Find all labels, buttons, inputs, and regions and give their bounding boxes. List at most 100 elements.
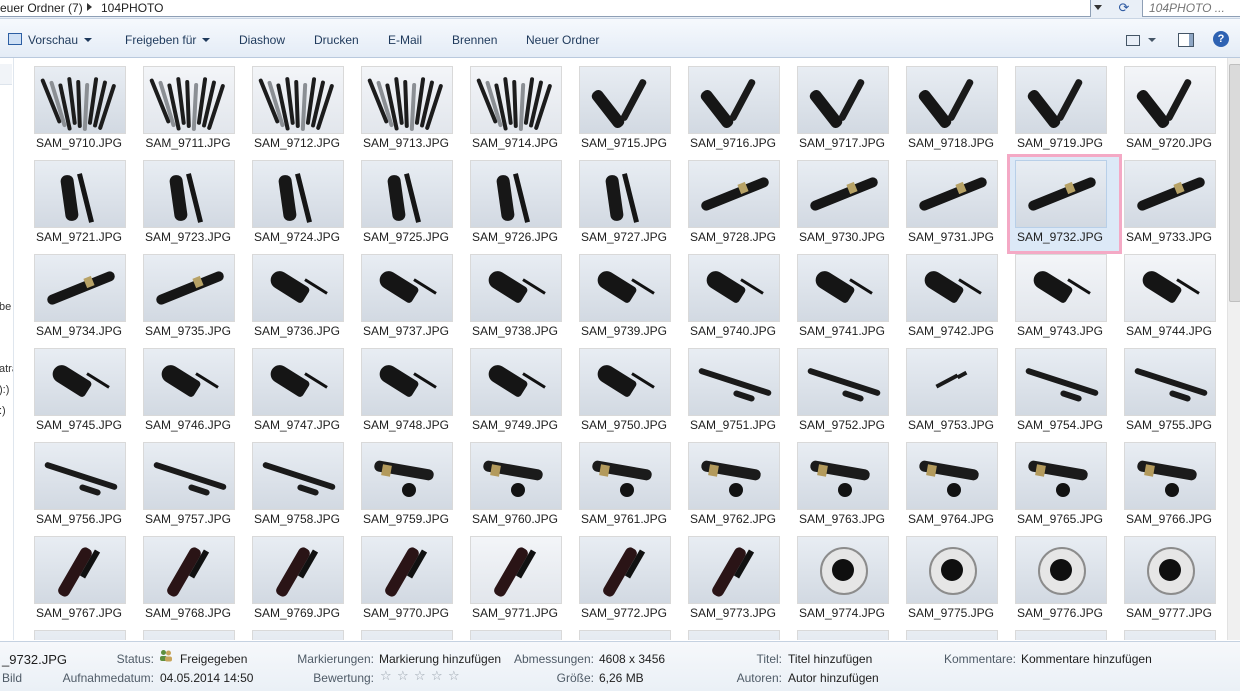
file-item[interactable]: SAM_9737.JPG bbox=[341, 246, 453, 338]
photo-thumbnail[interactable] bbox=[579, 442, 671, 510]
nav-item[interactable]: ):) bbox=[0, 384, 9, 396]
file-item[interactable]: SAM_9738.JPG bbox=[450, 246, 562, 338]
file-item[interactable]: SAM_9774.JPG bbox=[777, 528, 889, 620]
photo-thumbnail[interactable] bbox=[797, 254, 889, 322]
print-button[interactable]: Drucken bbox=[314, 33, 359, 47]
photo-thumbnail[interactable] bbox=[1124, 66, 1216, 134]
photo-thumbnail[interactable] bbox=[470, 536, 562, 604]
file-item[interactable]: SAM_9770.JPG bbox=[341, 528, 453, 620]
photo-thumbnail[interactable] bbox=[143, 348, 235, 416]
photo-thumbnail[interactable] bbox=[579, 160, 671, 228]
photo-thumbnail[interactable] bbox=[906, 442, 998, 510]
photo-thumbnail[interactable] bbox=[688, 442, 780, 510]
burn-button[interactable]: Brennen bbox=[452, 33, 497, 47]
file-item[interactable]: SAM_9769.JPG bbox=[232, 528, 344, 620]
file-item[interactable]: SAM_9752.JPG bbox=[777, 340, 889, 432]
photo-thumbnail[interactable] bbox=[252, 160, 344, 228]
photo-thumbnail[interactable] bbox=[361, 630, 453, 640]
photo-thumbnail[interactable] bbox=[34, 348, 126, 416]
file-item[interactable]: SAM_9750.JPG bbox=[559, 340, 671, 432]
photo-thumbnail[interactable] bbox=[579, 630, 671, 640]
file-item[interactable]: SAM_9736.JPG bbox=[232, 246, 344, 338]
photo-thumbnail[interactable] bbox=[1124, 442, 1216, 510]
photo-thumbnail[interactable] bbox=[470, 160, 562, 228]
file-grid[interactable]: SAM_9710.JPG SAM_9711.JPG SAM_9712.JPG SAM_… bbox=[14, 58, 1226, 640]
file-item[interactable]: SAM_9761.JPG bbox=[559, 434, 671, 526]
photo-thumbnail[interactable] bbox=[361, 348, 453, 416]
photo-thumbnail[interactable] bbox=[579, 66, 671, 134]
file-item[interactable]: SAM_9764.JPG bbox=[886, 434, 998, 526]
photo-thumbnail[interactable] bbox=[688, 630, 780, 640]
photo-thumbnail[interactable] bbox=[361, 66, 453, 134]
nav-item[interactable]: :) bbox=[0, 405, 6, 417]
file-item[interactable]: SAM_9731.JPG bbox=[886, 152, 998, 244]
scrollbar-thumb[interactable] bbox=[1229, 64, 1240, 302]
photo-thumbnail[interactable] bbox=[470, 254, 562, 322]
photo-thumbnail[interactable] bbox=[34, 536, 126, 604]
photo-thumbnail[interactable] bbox=[252, 630, 344, 640]
file-item[interactable]: SAM_9732.JPG bbox=[995, 152, 1107, 244]
address-history-chevron-down-icon[interactable] bbox=[1094, 5, 1102, 10]
photo-thumbnail[interactable] bbox=[688, 536, 780, 604]
photo-thumbnail[interactable] bbox=[252, 348, 344, 416]
file-item[interactable]: SAM_9710.JPG bbox=[14, 58, 126, 150]
file-item[interactable]: SAM_9717.JPG bbox=[777, 58, 889, 150]
status-value[interactable]: Freigegeben bbox=[180, 652, 247, 666]
file-item[interactable]: SAM_9715.JPG bbox=[559, 58, 671, 150]
file-item[interactable]: SAM_9776.JPG bbox=[995, 528, 1107, 620]
title-value[interactable]: Titel hinzufügen bbox=[788, 652, 872, 666]
photo-thumbnail[interactable] bbox=[361, 254, 453, 322]
photo-thumbnail[interactable] bbox=[1124, 630, 1216, 640]
slideshow-button[interactable]: Diashow bbox=[239, 33, 285, 47]
search-box[interactable] bbox=[1142, 0, 1240, 17]
nav-item[interactable]: atra bbox=[0, 363, 13, 375]
photo-thumbnail[interactable] bbox=[1015, 536, 1107, 604]
file-item[interactable]: SAM_9726.JPG bbox=[450, 152, 562, 244]
photo-thumbnail[interactable] bbox=[143, 254, 235, 322]
file-item[interactable]: SAM_9739.JPG bbox=[559, 246, 671, 338]
photo-thumbnail[interactable] bbox=[1124, 160, 1216, 228]
file-item[interactable]: SAM_9744.JPG bbox=[1104, 246, 1216, 338]
file-item[interactable]: SAM_9751.JPG bbox=[668, 340, 780, 432]
preview-button[interactable]: Vorschau bbox=[28, 33, 93, 47]
file-item[interactable]: SAM_9735.JPG bbox=[123, 246, 235, 338]
photo-thumbnail[interactable] bbox=[579, 254, 671, 322]
photo-thumbnail[interactable] bbox=[688, 254, 780, 322]
photo-thumbnail[interactable] bbox=[797, 536, 889, 604]
file-item[interactable]: SAM_9759.JPG bbox=[341, 434, 453, 526]
star-icon[interactable]: ☆ bbox=[431, 668, 443, 684]
photo-thumbnail[interactable] bbox=[143, 536, 235, 604]
photo-thumbnail[interactable] bbox=[143, 630, 235, 640]
photo-thumbnail[interactable] bbox=[1015, 254, 1107, 322]
file-item[interactable]: SAM_9766.JPG bbox=[1104, 434, 1216, 526]
file-item[interactable]: SAM_9733.JPG bbox=[1104, 152, 1216, 244]
file-item[interactable]: SAM_9740.JPG bbox=[668, 246, 780, 338]
file-item[interactable]: SAM_9747.JPG bbox=[232, 340, 344, 432]
file-item[interactable]: SAM_9712.JPG bbox=[232, 58, 344, 150]
nav-item[interactable]: be bbox=[0, 301, 11, 313]
help-icon[interactable]: ? bbox=[1213, 31, 1229, 47]
tags-value[interactable]: Markierung hinzufügen bbox=[379, 652, 501, 666]
file-item[interactable]: SAM_9762.JPG bbox=[668, 434, 780, 526]
photo-thumbnail[interactable] bbox=[579, 348, 671, 416]
file-item[interactable]: SAM_9711.JPG bbox=[123, 58, 235, 150]
file-item[interactable]: SAM_9763.JPG bbox=[777, 434, 889, 526]
photo-thumbnail[interactable] bbox=[1015, 160, 1107, 228]
search-input[interactable] bbox=[1149, 1, 1239, 15]
photo-thumbnail[interactable] bbox=[906, 254, 998, 322]
star-icon[interactable]: ☆ bbox=[414, 668, 426, 684]
preview-pane-icon[interactable] bbox=[1178, 33, 1194, 47]
file-item[interactable]: SAM_9743.JPG bbox=[995, 246, 1107, 338]
file-item[interactable]: SAM_9773.JPG bbox=[668, 528, 780, 620]
photo-thumbnail[interactable] bbox=[252, 254, 344, 322]
photo-thumbnail[interactable] bbox=[1015, 66, 1107, 134]
file-item[interactable]: SAM_9718.JPG bbox=[886, 58, 998, 150]
file-item[interactable]: SAM_9721.JPG bbox=[14, 152, 126, 244]
photo-thumbnail[interactable] bbox=[252, 536, 344, 604]
navigation-pane[interactable]: be atra ):) :) bbox=[0, 58, 14, 640]
file-item[interactable]: SAM_9716.JPG bbox=[668, 58, 780, 150]
file-item[interactable]: SAM_9719.JPG bbox=[995, 58, 1107, 150]
share-with-button[interactable]: Freigeben für bbox=[125, 33, 211, 47]
photo-thumbnail[interactable] bbox=[34, 160, 126, 228]
file-item[interactable]: SAM_9765.JPG bbox=[995, 434, 1107, 526]
